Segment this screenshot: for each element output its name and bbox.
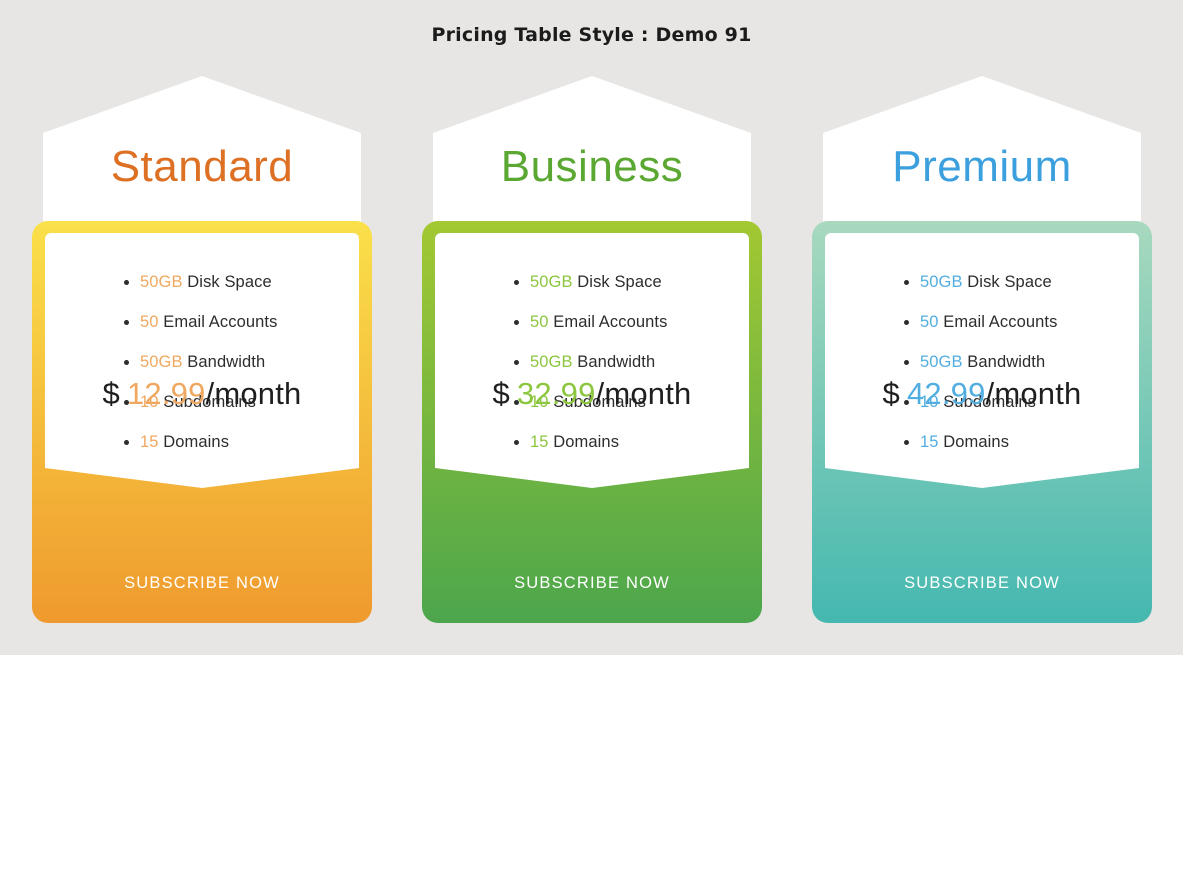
- feature-value: 50GB: [140, 273, 183, 291]
- card-body: 50GB Disk Space 50 Email Accounts 50GB B…: [435, 233, 749, 488]
- feature-value: 50GB: [920, 273, 963, 291]
- feature-label: Domains: [553, 433, 620, 451]
- feature-value: 15: [920, 433, 939, 451]
- price-currency: $: [492, 376, 510, 411]
- feature-list: 50GB Disk Space 50 Email Accounts 50GB B…: [45, 233, 359, 462]
- subscribe-button[interactable]: SUBSCRIBE NOW: [812, 574, 1152, 593]
- price-currency: $: [102, 376, 120, 411]
- feature-list: 50GB Disk Space 50 Email Accounts 50GB B…: [825, 233, 1139, 462]
- price-period: /month: [595, 376, 692, 411]
- plan-title: Standard: [110, 142, 294, 191]
- card-body: 50GB Disk Space 50 Email Accounts 50GB B…: [825, 233, 1139, 488]
- feature-value: 50GB: [140, 353, 183, 371]
- list-item: 50GB Disk Space: [45, 262, 359, 302]
- feature-value: 15: [140, 433, 159, 451]
- price: $12.99/month: [45, 378, 359, 409]
- feature-label: Bandwidth: [967, 353, 1046, 371]
- feature-label: Email Accounts: [553, 313, 668, 331]
- price: $32.99/month: [435, 378, 749, 409]
- feature-value: 50GB: [920, 353, 963, 371]
- feature-list: 50GB Disk Space 50 Email Accounts 50GB B…: [435, 233, 749, 462]
- price-amount: 12.99: [126, 376, 206, 411]
- feature-label: Domains: [943, 433, 1010, 451]
- feature-label: Email Accounts: [163, 313, 278, 331]
- subscribe-button[interactable]: SUBSCRIBE NOW: [422, 574, 762, 593]
- price-currency: $: [882, 376, 900, 411]
- feature-value: 50: [530, 313, 549, 331]
- feature-label: Bandwidth: [577, 353, 656, 371]
- list-item: 50GB Disk Space: [825, 262, 1139, 302]
- price-amount: 42.99: [906, 376, 986, 411]
- list-item: 15 Domains: [45, 422, 359, 462]
- page-title: Pricing Table Style : Demo 91: [431, 24, 752, 46]
- list-item: 50 Email Accounts: [45, 302, 359, 342]
- feature-label: Disk Space: [967, 273, 1052, 291]
- feature-value: 50GB: [530, 353, 573, 371]
- card-body: 50GB Disk Space 50 Email Accounts 50GB B…: [45, 233, 359, 488]
- list-item: 50GB Disk Space: [435, 262, 749, 302]
- list-item: 15 Domains: [825, 422, 1139, 462]
- price-period: /month: [985, 376, 1082, 411]
- plan-title: Business: [500, 142, 684, 191]
- pricing-card-standard: Standard 50GB Disk Space 50 Email Accoun…: [32, 76, 372, 623]
- feature-label: Email Accounts: [943, 313, 1058, 331]
- price: $42.99/month: [825, 378, 1139, 409]
- price-amount: 32.99: [516, 376, 596, 411]
- list-item: 50 Email Accounts: [435, 302, 749, 342]
- subscribe-button[interactable]: SUBSCRIBE NOW: [32, 574, 372, 593]
- pricing-stage: Pricing Table Style : Demo 91 Standard 5…: [0, 0, 1183, 655]
- pricing-card-premium: Premium 50GB Disk Space 50 Email Account…: [812, 76, 1152, 623]
- list-item: 50 Email Accounts: [825, 302, 1139, 342]
- feature-value: 50: [140, 313, 159, 331]
- feature-value: 15: [530, 433, 549, 451]
- feature-label: Bandwidth: [187, 353, 266, 371]
- feature-label: Domains: [163, 433, 230, 451]
- feature-label: Disk Space: [187, 273, 272, 291]
- feature-value: 50GB: [530, 273, 573, 291]
- plan-title: Premium: [892, 142, 1072, 191]
- pricing-card-business: Business 50GB Disk Space 50 Email Accoun…: [422, 76, 762, 623]
- price-period: /month: [205, 376, 302, 411]
- feature-label: Disk Space: [577, 273, 662, 291]
- feature-value: 50: [920, 313, 939, 331]
- list-item: 15 Domains: [435, 422, 749, 462]
